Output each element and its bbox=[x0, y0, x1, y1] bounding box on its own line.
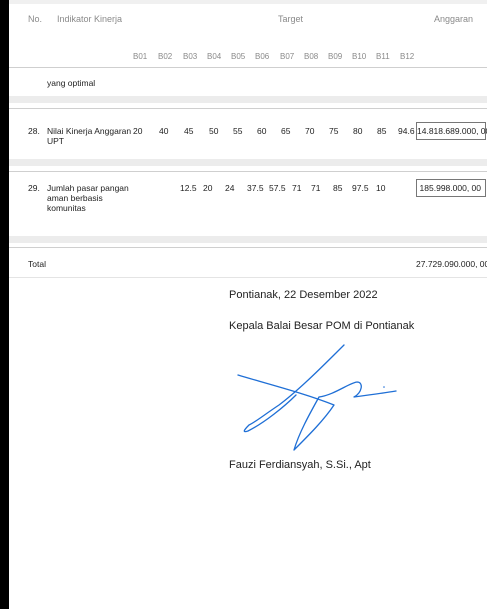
target-b01: 20 bbox=[133, 126, 143, 136]
target-b05: 55 bbox=[233, 126, 243, 136]
month-b09: B09 bbox=[328, 52, 343, 61]
target-b09: 71 bbox=[311, 183, 321, 193]
signature-name: Fauzi Ferdiansyah, S.Si., Apt bbox=[229, 459, 371, 471]
target-b07: 65 bbox=[281, 126, 291, 136]
signature-place-date: Pontianak, 22 Desember 2022 bbox=[229, 289, 378, 301]
divider bbox=[9, 108, 487, 109]
signature-dot bbox=[383, 386, 385, 388]
month-b11: B11 bbox=[376, 52, 390, 61]
row-indikator-line: Nilai Kinerja Anggaran bbox=[47, 126, 132, 136]
anggaran-value: 14.818.689.000, 00 bbox=[416, 122, 487, 140]
row-separator-band bbox=[9, 96, 487, 103]
divider bbox=[9, 171, 487, 172]
month-b06: B06 bbox=[255, 52, 270, 61]
target-b10: 85 bbox=[333, 183, 343, 193]
divider bbox=[9, 247, 487, 248]
target-b10: 80 bbox=[353, 126, 363, 136]
target-b07: 57.5 bbox=[269, 183, 286, 193]
signature-image bbox=[237, 344, 397, 451]
row-separator-band bbox=[9, 236, 487, 243]
month-b02: B02 bbox=[158, 52, 173, 61]
prev-row-indikator-tail: yang optimal bbox=[47, 78, 96, 88]
month-b05: B05 bbox=[231, 52, 246, 61]
target-b11: 97.5 bbox=[352, 183, 369, 193]
target-b05: 24 bbox=[225, 183, 235, 193]
divider bbox=[9, 67, 487, 68]
row-indikator-line: UPT bbox=[47, 136, 64, 146]
month-b10: B10 bbox=[352, 52, 367, 61]
divider bbox=[9, 277, 487, 278]
target-b11: 85 bbox=[377, 126, 387, 136]
header-no: No. bbox=[28, 14, 43, 24]
target-b08: 71 bbox=[292, 183, 302, 193]
month-b04: B04 bbox=[207, 52, 222, 61]
target-b06: 60 bbox=[257, 126, 267, 136]
target-b03: 45 bbox=[184, 126, 194, 136]
document-page: No. Indikator Kinerja Target Anggaran B0… bbox=[9, 0, 487, 609]
target-b08: 70 bbox=[305, 126, 315, 136]
header-top-band bbox=[9, 0, 487, 4]
row-indikator-line: komunitas bbox=[47, 203, 86, 213]
signature-stroke bbox=[237, 344, 397, 451]
month-b07: B07 bbox=[280, 52, 295, 61]
row-number: 29. bbox=[28, 183, 40, 193]
signature-position: Kepala Balai Besar POM di Pontianak bbox=[229, 320, 415, 332]
target-b02: 40 bbox=[159, 126, 169, 136]
target-b12: 10 bbox=[376, 183, 386, 193]
target-b06: 37.5 bbox=[247, 183, 264, 193]
month-b01: B01 bbox=[133, 52, 148, 61]
target-b04: 20 bbox=[203, 183, 213, 193]
month-b12: B12 bbox=[400, 52, 415, 61]
row-indikator-line: aman berbasis bbox=[47, 193, 103, 203]
target-b03: 12.5 bbox=[180, 183, 197, 193]
target-b04: 50 bbox=[209, 126, 219, 136]
row-number: 28. bbox=[28, 126, 40, 136]
header-anggaran: Anggaran bbox=[434, 14, 474, 24]
target-b12: 94.6 bbox=[398, 126, 415, 136]
target-b09: 75 bbox=[329, 126, 339, 136]
anggaran-value: 185.998.000, 00 bbox=[416, 179, 486, 197]
header-indikator: Indikator Kinerja bbox=[57, 14, 123, 24]
total-label: Total bbox=[28, 259, 46, 269]
row-indikator-line: Jumlah pasar pangan bbox=[47, 183, 129, 193]
row-separator-band bbox=[9, 159, 487, 166]
total-value: 27.729.090.000, 00 bbox=[416, 259, 487, 269]
month-b03: B03 bbox=[183, 52, 198, 61]
month-b08: B08 bbox=[304, 52, 319, 61]
header-target: Target bbox=[278, 14, 304, 24]
